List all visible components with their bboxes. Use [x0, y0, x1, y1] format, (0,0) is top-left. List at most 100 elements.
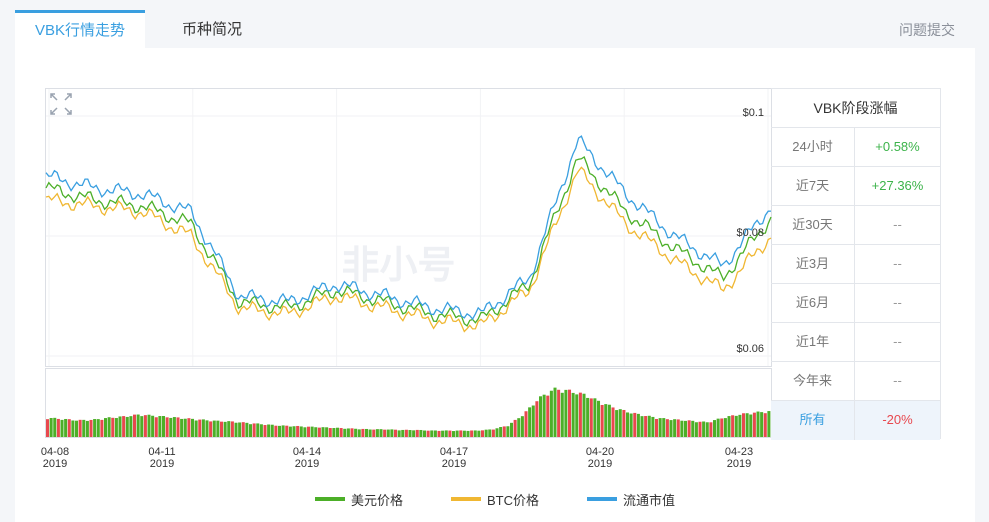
volume-bar: [129, 416, 133, 437]
period-row[interactable]: 24小时 +0.58%: [771, 128, 940, 167]
volume-bar: [328, 428, 332, 437]
volume-bar: [67, 419, 71, 437]
tab-market-trend[interactable]: VBK行情走势: [15, 10, 145, 48]
tab-bar: VBK行情走势 币种简况 问题提交: [15, 10, 975, 48]
volume-bar: [303, 427, 307, 437]
volume-bar: [415, 429, 419, 437]
volume-bar: [655, 418, 659, 437]
price-chart: 非小号 $0.1 $0.08 $0.06: [45, 88, 772, 438]
period-row[interactable]: 近30天 --: [771, 206, 940, 245]
volume-bar: [622, 409, 626, 437]
volume-bar: [49, 418, 53, 437]
x-tick-date: 04-20: [585, 446, 615, 458]
x-tick-year: 2019: [42, 458, 68, 470]
volume-bar: [658, 418, 662, 437]
period-row[interactable]: 所有 -20%: [771, 401, 940, 440]
x-tick-label: 04-17 2019: [434, 446, 474, 470]
volume-bar: [742, 413, 746, 437]
volume-bar: [321, 427, 325, 437]
period-row[interactable]: 近7天 +27.36%: [771, 167, 940, 206]
volume-bar: [557, 389, 561, 437]
volume-bar: [669, 420, 673, 437]
legend-item-btc-price[interactable]: BTC价格: [450, 489, 539, 509]
x-tick-date: 04-17: [439, 446, 469, 458]
volume-bar: [640, 416, 644, 437]
volume-bar: [636, 413, 640, 437]
volume-bar: [513, 419, 517, 437]
volume-bar: [756, 411, 760, 437]
volume-bar: [292, 426, 296, 437]
volume-bar: [78, 419, 82, 437]
volume-bar: [470, 430, 474, 437]
volume-bar: [390, 429, 394, 437]
volume-bar: [539, 396, 543, 437]
x-tick-date: 04-14: [292, 446, 322, 458]
volume-bar: [60, 419, 64, 437]
volume-bar: [56, 418, 60, 437]
volume-bar: [705, 422, 709, 437]
volume-bar: [571, 392, 575, 437]
volume-bar: [600, 404, 604, 437]
volume-bar: [662, 418, 666, 437]
volume-bar: [165, 417, 169, 437]
volume-bar: [361, 428, 365, 437]
volume-bar: [372, 429, 376, 437]
period-value: --: [893, 373, 902, 388]
period-label: 今年来: [771, 362, 855, 400]
volume-bar: [535, 401, 539, 437]
legend-item-usd-price[interactable]: 美元价格: [314, 489, 403, 509]
volume-bar: [350, 428, 354, 437]
volume-bar: [252, 423, 256, 437]
volume-bar: [205, 420, 209, 437]
volume-bar: [752, 412, 756, 437]
volume-bar: [510, 422, 514, 437]
period-value: +0.58%: [875, 139, 920, 154]
volume-bar: [241, 422, 245, 437]
period-value: +27.36%: [871, 178, 924, 193]
volume-bar: [582, 393, 586, 437]
volume-bar: [575, 394, 579, 437]
volume-bar: [285, 425, 289, 437]
legend-swatch-cap: [587, 497, 617, 501]
volume-bar: [734, 415, 738, 437]
volume-bar: [499, 427, 503, 437]
period-value: --: [893, 334, 902, 349]
volume-bar: [397, 430, 401, 437]
period-row[interactable]: 近3月 --: [771, 245, 940, 284]
volume-bar: [564, 389, 568, 437]
volume-bar: [114, 418, 118, 437]
volume-bar: [93, 419, 97, 437]
volume-bar: [626, 412, 630, 437]
volume-bar: [441, 430, 445, 437]
volume-bar: [238, 422, 242, 437]
y-tick-label: $0.08: [736, 227, 764, 239]
period-row[interactable]: 近1年 --: [771, 323, 940, 362]
tab-coin-overview[interactable]: 币种简况: [147, 10, 277, 48]
chart-legend: 美元价格 BTC价格 流通市值: [15, 489, 975, 509]
volume-bar: [125, 416, 129, 437]
volume-bar: [256, 423, 260, 437]
volume-bar: [183, 418, 187, 437]
volume-bar: [676, 419, 680, 437]
volume-bar: [281, 425, 285, 437]
report-issue-link[interactable]: 问题提交: [899, 10, 955, 50]
volume-bar: [227, 421, 231, 437]
period-label: 近6月: [771, 284, 855, 322]
volume-bar: [528, 407, 532, 437]
volume-bar: [553, 387, 557, 437]
period-row[interactable]: 今年来 --: [771, 362, 940, 401]
volume-bar: [691, 420, 695, 437]
x-tick-label: 04-08 2019: [35, 446, 75, 470]
volume-bar: [354, 428, 358, 437]
volume-bar: [542, 394, 546, 437]
volume-bar: [220, 421, 224, 437]
volume-bar: [477, 430, 481, 437]
volume-bar: [462, 430, 466, 437]
legend-item-market-cap[interactable]: 流通市值: [587, 489, 675, 509]
volume-bar: [412, 430, 416, 437]
volume-bar: [383, 429, 387, 437]
period-row[interactable]: 近6月 --: [771, 284, 940, 323]
x-tick-year: 2019: [441, 458, 467, 470]
volume-bar: [589, 398, 593, 437]
volume-bar: [694, 422, 698, 437]
